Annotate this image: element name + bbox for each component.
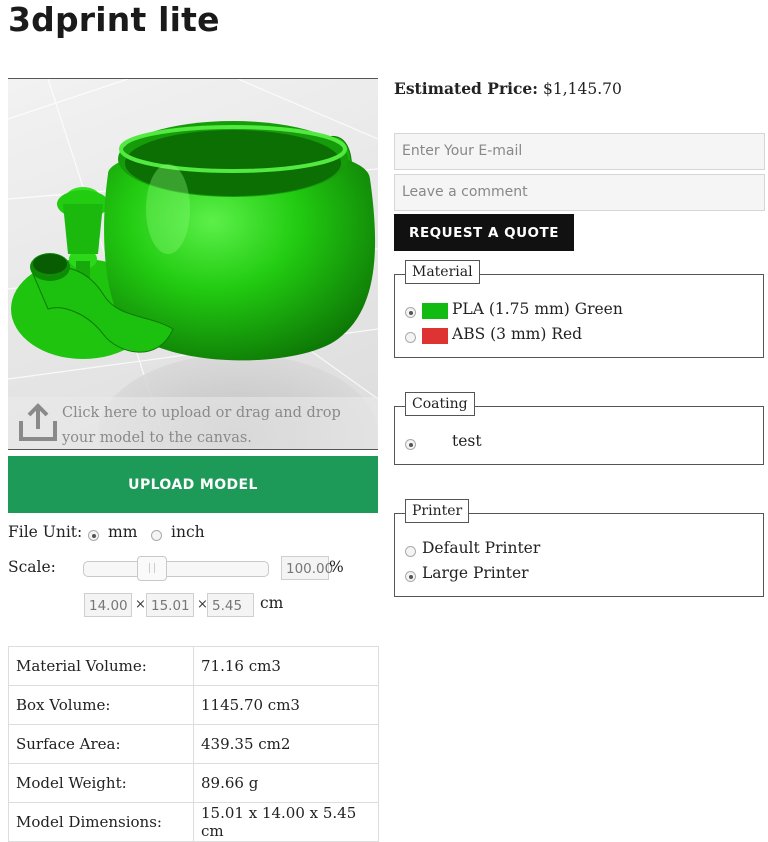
stat-label: Model Weight: xyxy=(8,763,194,803)
stat-label: Box Volume: xyxy=(8,685,194,725)
model-stats-table: Material Volume: 71.16 cm3 Box Volume: 1… xyxy=(8,646,379,842)
scale-slider-handle[interactable] xyxy=(137,556,167,581)
coating-test-radio[interactable] xyxy=(405,439,416,450)
stat-label: Model Dimensions: xyxy=(8,802,194,842)
file-unit-inch-label: inch xyxy=(171,523,205,541)
coating-test-label: test xyxy=(452,432,482,450)
upload-model-button[interactable]: UPLOAD MODEL xyxy=(8,456,378,513)
material-abs-label: ABS (3 mm) Red xyxy=(452,325,583,343)
printer-fieldset: Printer Default Printer Large Printer xyxy=(394,499,764,597)
material-fieldset: Material PLA (1.75 mm) Green ABS (3 mm) … xyxy=(394,260,764,358)
teapot-model-render xyxy=(8,79,378,449)
table-row: Box Volume: 1145.70 cm3 xyxy=(8,685,379,725)
stat-value: 89.66 g xyxy=(193,763,379,803)
stat-value: 1145.70 cm3 xyxy=(193,685,379,725)
file-unit-mm-label: mm xyxy=(108,523,138,541)
upload-hint-text: Click here to upload or drag and drop yo… xyxy=(62,405,341,446)
email-input[interactable]: Enter Your E-mail xyxy=(394,133,765,170)
dimension-separator: × xyxy=(135,597,146,612)
file-unit-mm-radio[interactable] xyxy=(88,530,99,541)
stat-value: 439.35 cm2 xyxy=(193,724,379,764)
printer-default-label: Default Printer xyxy=(422,539,541,557)
upload-drop-zone[interactable]: Click here to upload or drag and drop yo… xyxy=(8,397,378,449)
model-viewer-canvas[interactable]: Click here to upload or drag and drop yo… xyxy=(8,78,378,450)
printer-default-radio[interactable] xyxy=(405,546,416,557)
scale-percent-suffix: % xyxy=(329,558,344,576)
table-row: Material Volume: 71.16 cm3 xyxy=(8,646,379,686)
stat-value: 15.01 x 14.00 x 5.45 cm xyxy=(193,802,379,842)
material-abs-swatch xyxy=(422,328,448,344)
printer-large-radio[interactable] xyxy=(405,571,416,582)
table-row: Surface Area: 439.35 cm2 xyxy=(8,724,379,764)
estimated-price-value: $1,145.70 xyxy=(542,80,622,98)
scale-input[interactable]: 100.00 xyxy=(281,556,333,580)
coating-fieldset: Coating test xyxy=(394,392,764,465)
stat-label: Material Volume: xyxy=(8,646,194,686)
material-abs-radio[interactable] xyxy=(405,332,416,343)
page-title: 3dprint lite xyxy=(8,0,220,39)
scale-slider-track[interactable] xyxy=(83,561,269,577)
estimated-price: Estimated Price: $1,145.70 xyxy=(394,79,622,98)
dimension-z-input[interactable]: 5.45 xyxy=(207,593,254,617)
estimated-price-label: Estimated Price: xyxy=(394,79,539,98)
dimension-x-input[interactable]: 14.00 xyxy=(84,593,132,617)
material-pla-swatch xyxy=(422,303,448,319)
scale-label: Scale: xyxy=(8,558,56,576)
request-quote-button[interactable]: REQUEST A QUOTE xyxy=(394,214,574,251)
material-legend: Material xyxy=(405,260,480,284)
upload-icon xyxy=(19,403,57,441)
printer-large-label: Large Printer xyxy=(422,564,529,582)
file-unit-label: File Unit: xyxy=(8,523,83,541)
material-pla-label: PLA (1.75 mm) Green xyxy=(452,300,623,318)
printer-legend: Printer xyxy=(405,499,470,523)
dimension-unit-label: cm xyxy=(260,594,284,612)
comment-input[interactable]: Leave a comment xyxy=(394,174,765,211)
table-row: Model Weight: 89.66 g xyxy=(8,763,379,803)
stat-label: Surface Area: xyxy=(8,724,194,764)
coating-legend: Coating xyxy=(405,392,475,416)
table-row: Model Dimensions: 15.01 x 14.00 x 5.45 c… xyxy=(8,802,379,842)
file-unit-inch-radio[interactable] xyxy=(151,530,162,541)
dimension-y-input[interactable]: 15.01 xyxy=(146,593,194,617)
stat-value: 71.16 cm3 xyxy=(193,646,379,686)
material-pla-radio[interactable] xyxy=(405,307,416,318)
